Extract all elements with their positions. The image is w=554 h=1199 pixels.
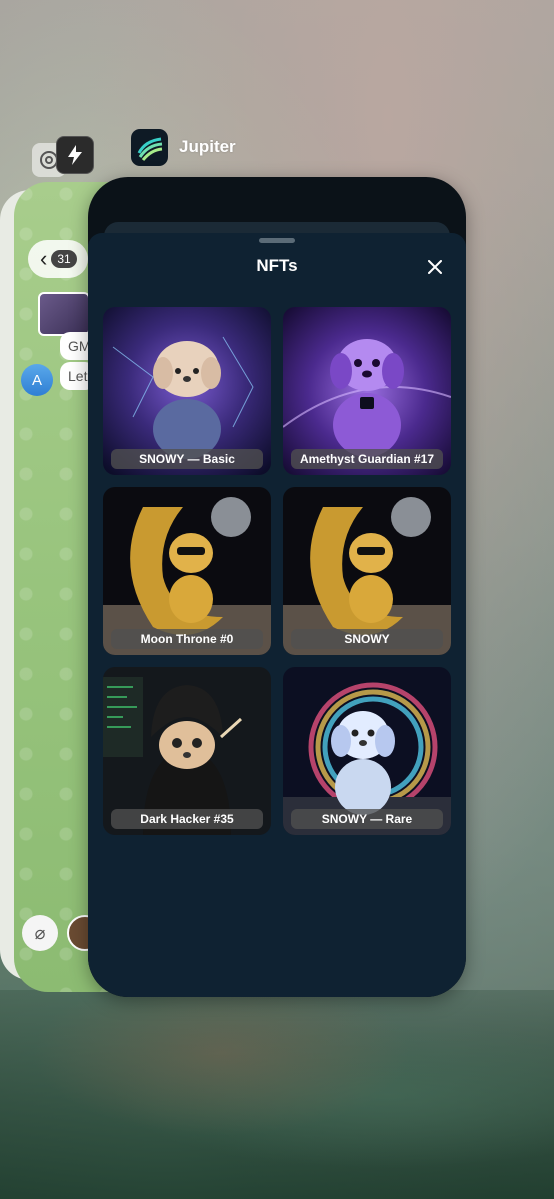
bolt-icon[interactable]: [56, 136, 94, 174]
nft-card[interactable]: Moon Throne #0: [103, 487, 271, 655]
close-button[interactable]: [424, 257, 446, 279]
paperclip-icon: ⌀: [34, 922, 46, 943]
message-image-thumbnail[interactable]: [38, 292, 90, 336]
attach-button[interactable]: ⌀: [22, 915, 58, 951]
nft-card[interactable]: SNOWY — Rare: [283, 667, 451, 835]
sheet-title: NFTs: [256, 256, 298, 275]
nft-card[interactable]: Dark Hacker #35: [103, 667, 271, 835]
chevron-left-icon: ‹: [40, 246, 48, 271]
jupiter-app-label: Jupiter: [179, 137, 236, 156]
sheet-drag-handle[interactable]: [259, 238, 295, 243]
nft-name-label: Moon Throne #0: [111, 629, 263, 649]
nft-card[interactable]: Amethyst Guardian #17: [283, 307, 451, 475]
jupiter-app-card[interactable]: NFTs SNOWY — Basic Amethyst Guardian #17…: [88, 177, 466, 997]
nft-name-label: SNOWY: [291, 629, 443, 649]
nft-name-label: Amethyst Guardian #17: [291, 449, 443, 469]
nft-name-label: SNOWY — Rare: [291, 809, 443, 829]
nft-name-label: SNOWY — Basic: [111, 449, 263, 469]
back-button[interactable]: ‹ 31: [28, 240, 88, 278]
lightning-bolt-icon: [68, 145, 82, 165]
avatar[interactable]: A: [21, 364, 53, 396]
nft-card[interactable]: SNOWY — Basic: [103, 307, 271, 475]
nft-name-label: Dark Hacker #35: [111, 809, 263, 829]
unread-count-badge: 31: [51, 250, 77, 268]
close-icon: [428, 260, 442, 274]
blurred-home-background: [0, 990, 554, 1199]
nft-bottom-sheet: NFTs SNOWY — Basic Amethyst Guardian #17…: [88, 233, 466, 997]
nft-card[interactable]: SNOWY: [283, 487, 451, 655]
nft-grid: SNOWY — Basic Amethyst Guardian #17 Moon…: [103, 307, 451, 835]
jupiter-icon[interactable]: [131, 129, 168, 166]
jupiter-logo-icon: [137, 137, 162, 161]
